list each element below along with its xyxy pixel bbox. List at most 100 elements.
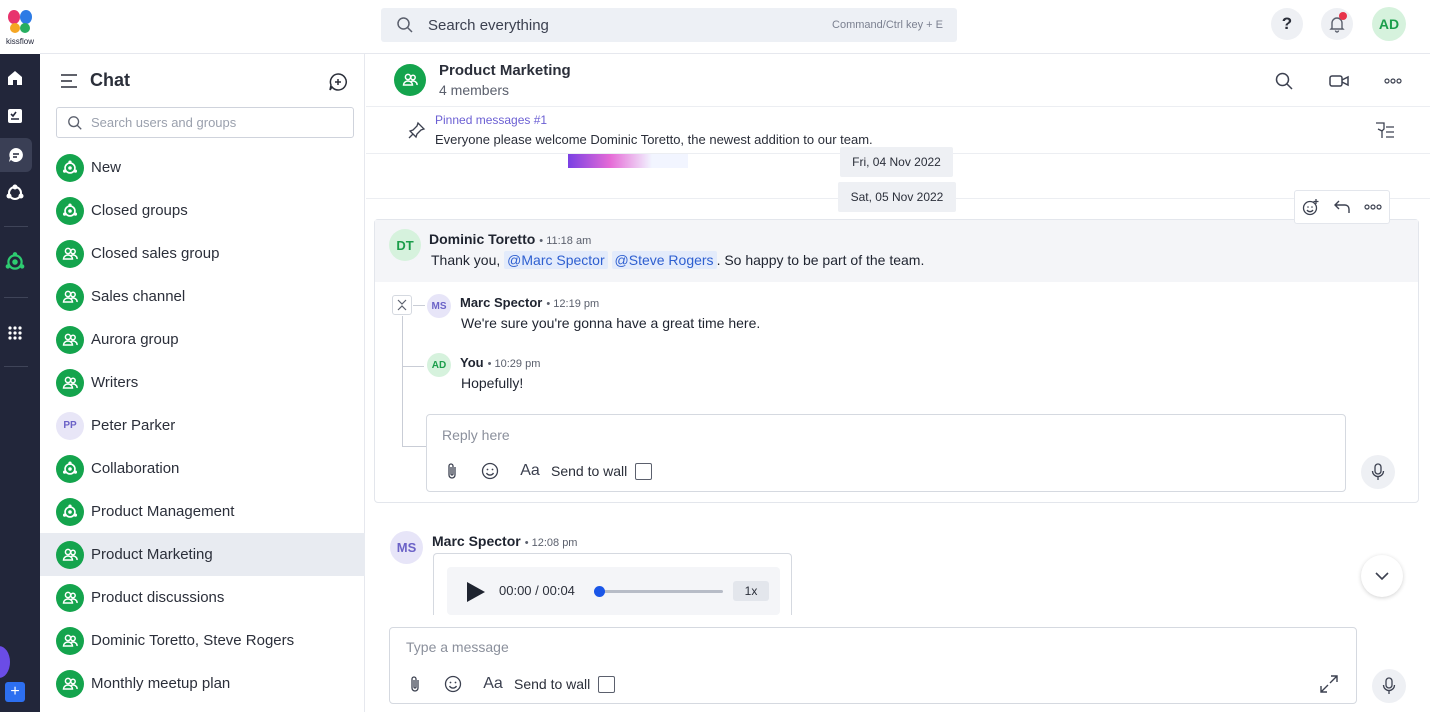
scroll-to-bottom-button[interactable]: [1361, 555, 1403, 597]
sidebar-item[interactable]: Closed groups: [40, 189, 365, 232]
format-text-button[interactable]: Aa: [517, 460, 543, 482]
sidebar-item[interactable]: New: [40, 146, 365, 189]
emoji-icon[interactable]: [442, 673, 464, 695]
composer-toolbar: Aa Send to wall: [404, 673, 616, 695]
send-to-wall-checkbox[interactable]: [635, 462, 653, 480]
sidebar-title: Chat: [90, 70, 130, 90]
composer-mic-button[interactable]: [1372, 669, 1406, 703]
sidebar-item[interactable]: Dominic Toretto, Steve Rogers: [40, 619, 365, 662]
rail-divider: [4, 297, 28, 298]
chat-icon[interactable]: [0, 138, 32, 172]
reply-author[interactable]: Marc Spector: [460, 295, 542, 310]
home-icon[interactable]: [0, 61, 30, 95]
hub-icon: [56, 497, 84, 526]
thread-line: [402, 446, 426, 447]
thread-line: [413, 305, 425, 306]
community-icon[interactable]: [0, 176, 30, 210]
reply-time: • 12:19 pm: [546, 298, 600, 310]
sidebar-item-label: Product discussions: [91, 589, 225, 606]
hub-icon[interactable]: [0, 245, 30, 279]
message-time: • 11:18 am: [539, 235, 592, 247]
chat-title[interactable]: Product Marketing: [439, 62, 571, 79]
emoji-icon[interactable]: [479, 460, 501, 482]
user-group-search[interactable]: Search users and groups: [56, 107, 354, 138]
new-chat-button[interactable]: [328, 72, 348, 97]
message-composer[interactable]: Type a message Aa Send to wall: [389, 627, 1357, 704]
audio-progress-track[interactable]: [599, 590, 723, 593]
new-chat-icon: [329, 73, 347, 91]
pin-icon: [408, 121, 426, 139]
sidebar-item[interactable]: Product discussions: [40, 576, 365, 619]
sidebar-item[interactable]: Sales channel: [40, 275, 365, 318]
message-author-row: Marc Spector • 12:08 pm: [432, 533, 577, 549]
reply-text: We're sure you're gonna have a great tim…: [461, 315, 761, 331]
help-button[interactable]: ?: [1271, 8, 1303, 40]
sidebar-item[interactable]: Closed sales group: [40, 232, 365, 275]
add-reaction-icon[interactable]: [1302, 198, 1320, 216]
search-icon[interactable]: [1273, 70, 1295, 92]
attachment-icon[interactable]: [441, 460, 463, 482]
sidebar-item[interactable]: PP Peter Parker: [40, 404, 365, 447]
sidebar-item-label: Sales channel: [91, 288, 186, 305]
user-avatar[interactable]: AD: [1372, 7, 1406, 41]
more-options-icon[interactable]: [1364, 204, 1382, 210]
reply-input[interactable]: Reply here Aa Send to wall: [426, 414, 1346, 492]
message-author[interactable]: Marc Spector: [432, 533, 521, 549]
audio-progress-handle[interactable]: [594, 586, 605, 597]
video-call-icon[interactable]: [1328, 70, 1350, 92]
search-placeholder: Search everything: [428, 16, 549, 34]
hub-icon: [56, 153, 84, 182]
sidebar-item-label: Product Management: [91, 503, 235, 520]
member-count[interactable]: 4 members: [439, 82, 509, 98]
message-author-row: Dominic Toretto • 11:18 am: [429, 231, 591, 247]
send-to-wall-label: Send to wall: [514, 676, 591, 692]
thread-line: [402, 316, 403, 446]
group-icon: [56, 282, 84, 311]
group-icon: [394, 64, 426, 96]
send-to-wall-checkbox[interactable]: [598, 675, 616, 693]
format-text-button[interactable]: Aa: [480, 673, 506, 695]
audio-player: 00:00 / 00:04 1x: [447, 567, 780, 615]
play-icon[interactable]: [464, 581, 486, 603]
avatar: AD: [427, 353, 451, 377]
top-bar: Search everything Command/Ctrl key + E ?…: [40, 0, 1430, 54]
reply-mic-button[interactable]: [1361, 455, 1395, 489]
sidebar-header: Chat: [60, 70, 130, 91]
send-to-wall-label: Send to wall: [551, 463, 628, 479]
apps-grid-icon[interactable]: [0, 316, 30, 350]
search-shortcut-hint: Command/Ctrl key + E: [832, 19, 943, 31]
notifications-button[interactable]: [1321, 8, 1353, 40]
mention[interactable]: @Marc Spector: [504, 251, 608, 269]
collapse-thread-button[interactable]: [392, 295, 412, 315]
add-icon[interactable]: +: [5, 682, 25, 702]
pinned-list-icon[interactable]: [1374, 121, 1396, 141]
reply-icon[interactable]: [1333, 199, 1351, 215]
more-options-icon[interactable]: [1382, 70, 1404, 92]
sidebar-item[interactable]: Product Management: [40, 490, 365, 533]
sidebar-item[interactable]: Collaboration: [40, 447, 365, 490]
microphone-icon: [1382, 677, 1396, 694]
global-search[interactable]: Search everything Command/Ctrl key + E: [381, 8, 957, 42]
message-author[interactable]: Dominic Toretto: [429, 231, 535, 247]
reply-author[interactable]: You: [460, 355, 484, 370]
assistant-bubble[interactable]: [0, 646, 10, 678]
sidebar-item-label: Closed groups: [91, 202, 188, 219]
sidebar-item[interactable]: Monthly meetup plan: [40, 662, 365, 705]
tasks-icon[interactable]: [0, 99, 30, 133]
group-icon: [56, 540, 84, 569]
sidebar-item[interactable]: Product Marketing: [40, 533, 365, 576]
menu-icon[interactable]: [60, 73, 78, 89]
sidebar-item-label: Peter Parker: [91, 417, 176, 434]
sidebar-item-label: Aurora group: [91, 331, 179, 348]
reply-time: • 10:29 pm: [487, 358, 541, 370]
brand-name: kissflow: [5, 37, 34, 46]
mention[interactable]: @Steve Rogers: [611, 251, 717, 269]
sidebar-item[interactable]: Aurora group: [40, 318, 365, 361]
kissflow-logo[interactable]: kissflow: [0, 0, 40, 54]
sidebar-item[interactable]: Writers: [40, 361, 365, 404]
expand-icon[interactable]: [1320, 675, 1338, 693]
playback-speed-button[interactable]: 1x: [733, 581, 769, 601]
thread-line: [402, 366, 424, 367]
attachment-icon[interactable]: [404, 673, 426, 695]
sidebar-item-label: Closed sales group: [91, 245, 220, 262]
